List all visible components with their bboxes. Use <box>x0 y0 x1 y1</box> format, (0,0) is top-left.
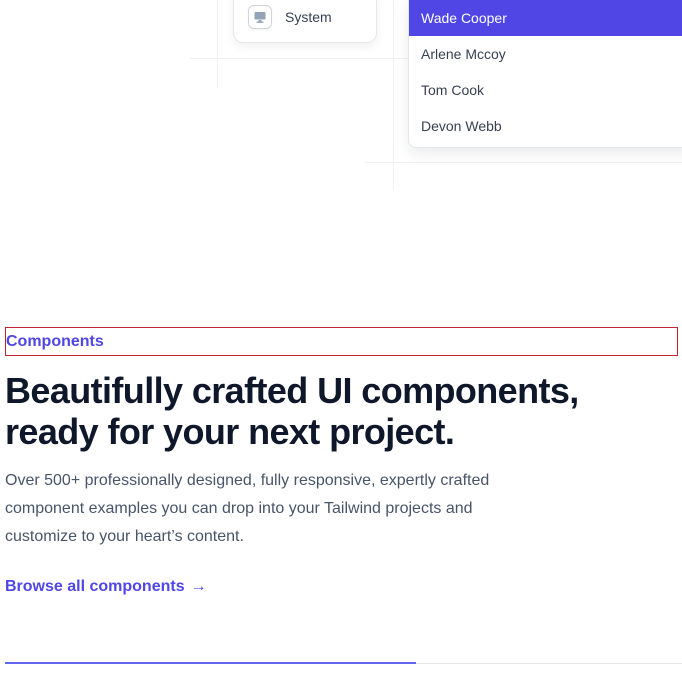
hero-description: Over 500+ professionally designed, fully… <box>5 472 490 545</box>
monitor-icon <box>248 5 272 29</box>
theme-option-system[interactable]: System <box>248 4 332 30</box>
headline-line: Beautifully crafted UI components, <box>5 370 579 411</box>
listbox-option[interactable]: Tom Cook <box>409 72 682 108</box>
browse-components-label: Browse all components <box>5 578 185 595</box>
page-title: Beautifully crafted UI components, ready… <box>5 370 665 452</box>
theme-option-label: System <box>285 9 332 25</box>
progress-indicator <box>5 662 416 664</box>
grid-line <box>393 0 394 190</box>
grid-line <box>217 0 218 88</box>
grid-line <box>190 58 420 59</box>
browse-components-link[interactable]: Browse all components → <box>5 576 207 598</box>
listbox-option[interactable]: Arlene Mccoy <box>409 36 682 72</box>
arrow-right-icon: → <box>190 578 207 595</box>
listbox-option[interactable]: Wade Cooper <box>409 0 682 36</box>
grid-line <box>365 162 682 163</box>
section-eyebrow: Components <box>5 327 678 356</box>
headline-line: ready for your next project. <box>5 411 455 452</box>
theme-menu: System <box>233 0 377 43</box>
listbox-option[interactable]: Devon Webb <box>409 108 682 144</box>
person-listbox: Wade Cooper Arlene Mccoy Tom Cook Devon … <box>408 0 682 148</box>
